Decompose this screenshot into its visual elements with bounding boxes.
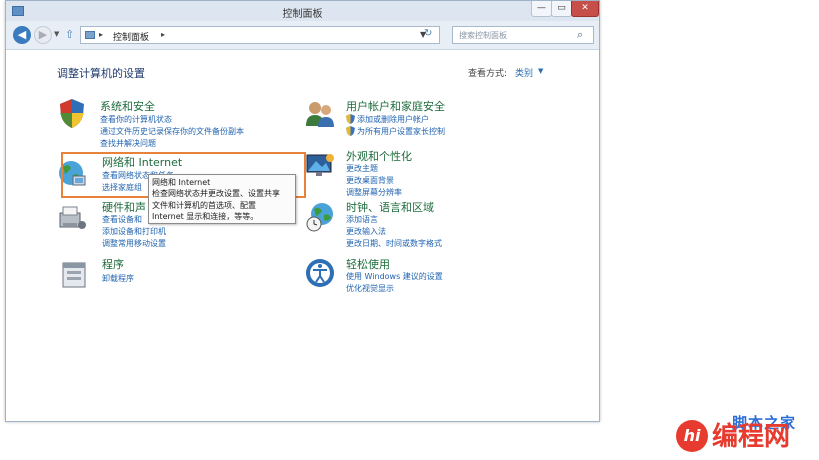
address-bar[interactable]: ▸ 控制面板 ▸ ▼ bbox=[80, 26, 440, 44]
view-by-label: 查看方式: bbox=[468, 69, 508, 79]
link-parental-controls[interactable]: 为所有用户设置家长控制 bbox=[357, 126, 445, 137]
user-accounts-icon[interactable] bbox=[304, 98, 336, 130]
link-desktop-background[interactable]: 更改桌面背景 bbox=[346, 175, 394, 186]
uac-shield-icon bbox=[346, 126, 355, 136]
link-mobility-settings[interactable]: 调整常用移动设置 bbox=[102, 238, 166, 249]
view-by-select[interactable]: 类别 bbox=[515, 66, 533, 79]
recent-pages-dropdown-icon[interactable]: ▼ bbox=[54, 30, 59, 38]
tooltip-line: 检查网络状态并更改设置、设置共享 bbox=[152, 189, 280, 198]
link-add-remove-accounts[interactable]: 添加或删除用户帐户 bbox=[357, 114, 429, 125]
link-windows-suggested-settings[interactable]: 使用 Windows 建议的设置 bbox=[346, 271, 443, 282]
search-icon[interactable]: ⌕ bbox=[577, 28, 583, 42]
close-button[interactable]: ✕ bbox=[571, 1, 599, 17]
tooltip-title: 网络和 Internet bbox=[152, 178, 211, 187]
category-ease-of-access[interactable]: 轻松使用 bbox=[346, 256, 390, 272]
window-title: 控制面板 bbox=[282, 9, 323, 20]
category-clock-language-region[interactable]: 时钟、语言和区域 bbox=[346, 199, 434, 215]
watermark-logo: hi bbox=[676, 420, 708, 452]
link-file-history-backup[interactable]: 通过文件历史记录保存你的文件备份副本 bbox=[100, 126, 244, 137]
link-add-language[interactable]: 添加语言 bbox=[346, 214, 378, 225]
link-change-input-method[interactable]: 更改输入法 bbox=[346, 226, 386, 237]
link-optimize-visual-display[interactable]: 优化视觉显示 bbox=[346, 283, 394, 294]
forward-button[interactable]: ▶ bbox=[34, 26, 52, 44]
link-view-devices[interactable]: 查看设备和 bbox=[102, 214, 142, 225]
category-hardware-sound[interactable]: 硬件和声 bbox=[102, 199, 146, 215]
link-troubleshoot[interactable]: 查找并解决问题 bbox=[100, 138, 156, 149]
search-input[interactable]: 搜索控制面板 ⌕ bbox=[452, 26, 594, 44]
appearance-icon[interactable] bbox=[304, 149, 336, 181]
hardware-sound-icon[interactable] bbox=[56, 201, 88, 233]
clock-language-region-icon[interactable] bbox=[304, 201, 336, 233]
breadcrumb-control-panel[interactable]: 控制面板 bbox=[113, 30, 149, 43]
uac-shield-icon bbox=[346, 114, 355, 124]
watermark: 脚本之家 hi 编程网 bbox=[672, 412, 819, 460]
back-button[interactable]: ◀ bbox=[13, 26, 31, 44]
breadcrumb-separator-icon[interactable]: ▸ bbox=[99, 30, 103, 39]
category-programs[interactable]: 程序 bbox=[102, 256, 124, 272]
category-user-accounts[interactable]: 用户帐户和家庭安全 bbox=[346, 98, 445, 114]
system-security-icon[interactable] bbox=[56, 97, 88, 129]
link-add-device-printer[interactable]: 添加设备和打印机 bbox=[102, 226, 166, 237]
category-appearance[interactable]: 外观和个性化 bbox=[346, 148, 412, 164]
refresh-icon[interactable]: ↻ bbox=[424, 28, 432, 39]
view-by-dropdown-icon[interactable]: ▼ bbox=[538, 67, 543, 75]
navigation-bar: ◀ ▶ ▼ ⇧ ▸ 控制面板 ▸ ▼ ↻ 搜索控制面板 ⌕ bbox=[6, 21, 599, 50]
control-panel-window: 控制面板 — ▭ ✕ ◀ ▶ ▼ ⇧ ▸ 控制面板 ▸ ▼ ↻ 搜索控制面板 ⌕… bbox=[5, 0, 600, 422]
link-screen-resolution[interactable]: 调整屏幕分辨率 bbox=[346, 187, 402, 198]
search-placeholder: 搜索控制面板 bbox=[459, 31, 507, 40]
tooltip-line: Internet 显示和连接，等等。 bbox=[152, 212, 259, 221]
title-bar[interactable]: 控制面板 — ▭ ✕ bbox=[6, 1, 599, 21]
link-change-theme[interactable]: 更改主题 bbox=[346, 163, 378, 174]
up-level-icon[interactable]: ⇧ bbox=[65, 28, 74, 41]
link-view-computer-status[interactable]: 查看你的计算机状态 bbox=[100, 114, 172, 125]
breadcrumb-separator-icon[interactable]: ▸ bbox=[161, 30, 165, 39]
link-date-time-format[interactable]: 更改日期、时间或数字格式 bbox=[346, 238, 442, 249]
minimize-button[interactable]: — bbox=[531, 1, 552, 17]
ease-of-access-icon[interactable] bbox=[304, 257, 336, 289]
tooltip-line: 文件和计算机的首选项、配置 bbox=[152, 201, 256, 210]
page-title: 调整计算机的设置 bbox=[57, 67, 145, 80]
link-uninstall-program[interactable]: 卸载程序 bbox=[102, 273, 134, 284]
watermark-text: 编程网 bbox=[712, 422, 791, 452]
control-panel-icon bbox=[85, 31, 95, 39]
tooltip: 网络和 Internet 检查网络状态并更改设置、设置共享 文件和计算机的首选项… bbox=[148, 174, 296, 224]
programs-icon[interactable] bbox=[58, 258, 90, 290]
category-system-security[interactable]: 系统和安全 bbox=[100, 98, 155, 114]
maximize-button[interactable]: ▭ bbox=[551, 1, 572, 17]
